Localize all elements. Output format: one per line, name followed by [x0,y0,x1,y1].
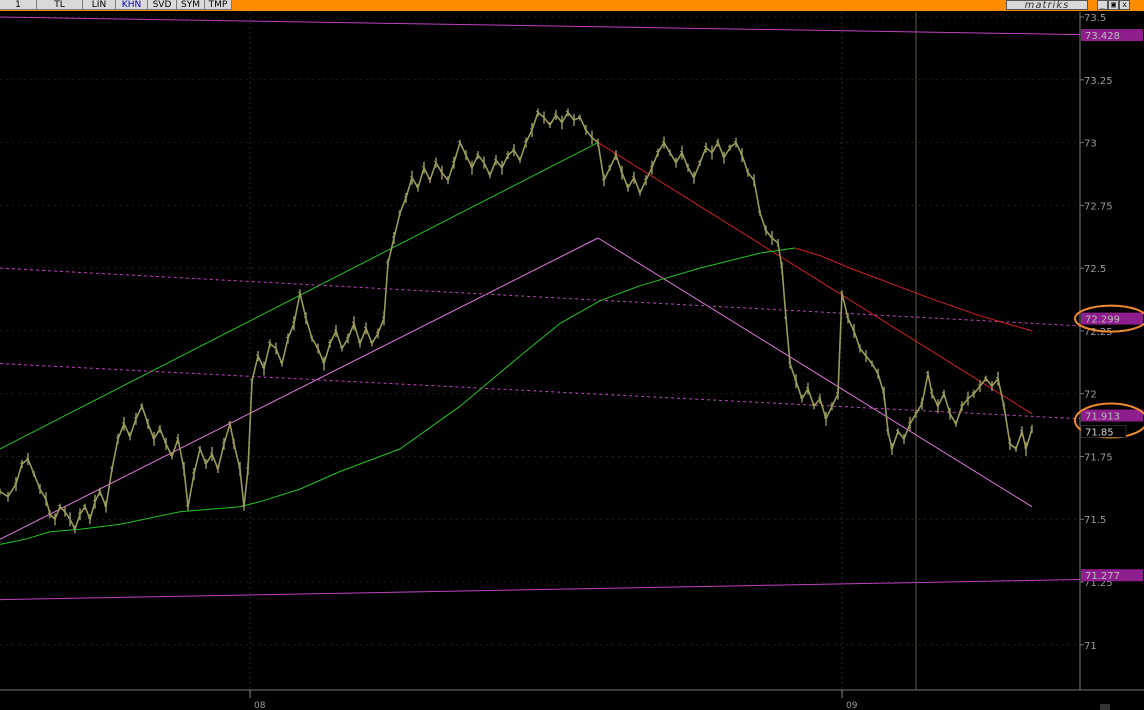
price-marker-label: 71.277 [1085,571,1120,582]
x-tick-label: 09 [846,701,858,710]
trend-line-magenta [0,16,1081,36]
y-tick-label: 71 [1084,641,1097,652]
price-line [0,110,1033,532]
y-tick-label: 71.5 [1084,515,1106,526]
y-tick-label: 72.5 [1084,264,1106,275]
red-moving-average [794,247,1033,332]
price-chart[interactable]: 73.573.257372.7572.572.257271.7571.57171… [0,0,1144,710]
time-axis: 08 09 [0,689,1144,710]
time-axis-panel [0,691,1144,710]
scroll-handle [1100,704,1110,710]
green-moving-average [0,247,796,545]
trend-lines [0,16,1081,601]
price-marker-label: 73.428 [1085,31,1120,42]
y-tick-label: 73 [1084,139,1097,150]
y-tick-label: 72 [1084,390,1097,401]
y-tick-label: 73.5 [1084,13,1106,24]
y-tick-label: 71.75 [1084,452,1113,463]
moving-averages [0,247,1033,545]
last-price-label: 71.85 [1085,427,1114,438]
y-tick-label: 72.75 [1084,201,1113,212]
grid [0,16,1080,646]
price-axis: 73.573.257372.7572.572.257271.7571.57171… [1079,12,1144,690]
price-marker-label: 72.299 [1085,315,1120,326]
x-tick-label: 08 [254,701,266,710]
trend-line-magenta-dotted [0,267,1081,327]
price-series-group [0,108,1033,534]
y-tick-label: 73.25 [1084,76,1113,87]
price-marker-label: 71.913 [1085,412,1120,423]
trend-line-magenta [0,579,1081,601]
trend-line-pink [0,237,599,540]
